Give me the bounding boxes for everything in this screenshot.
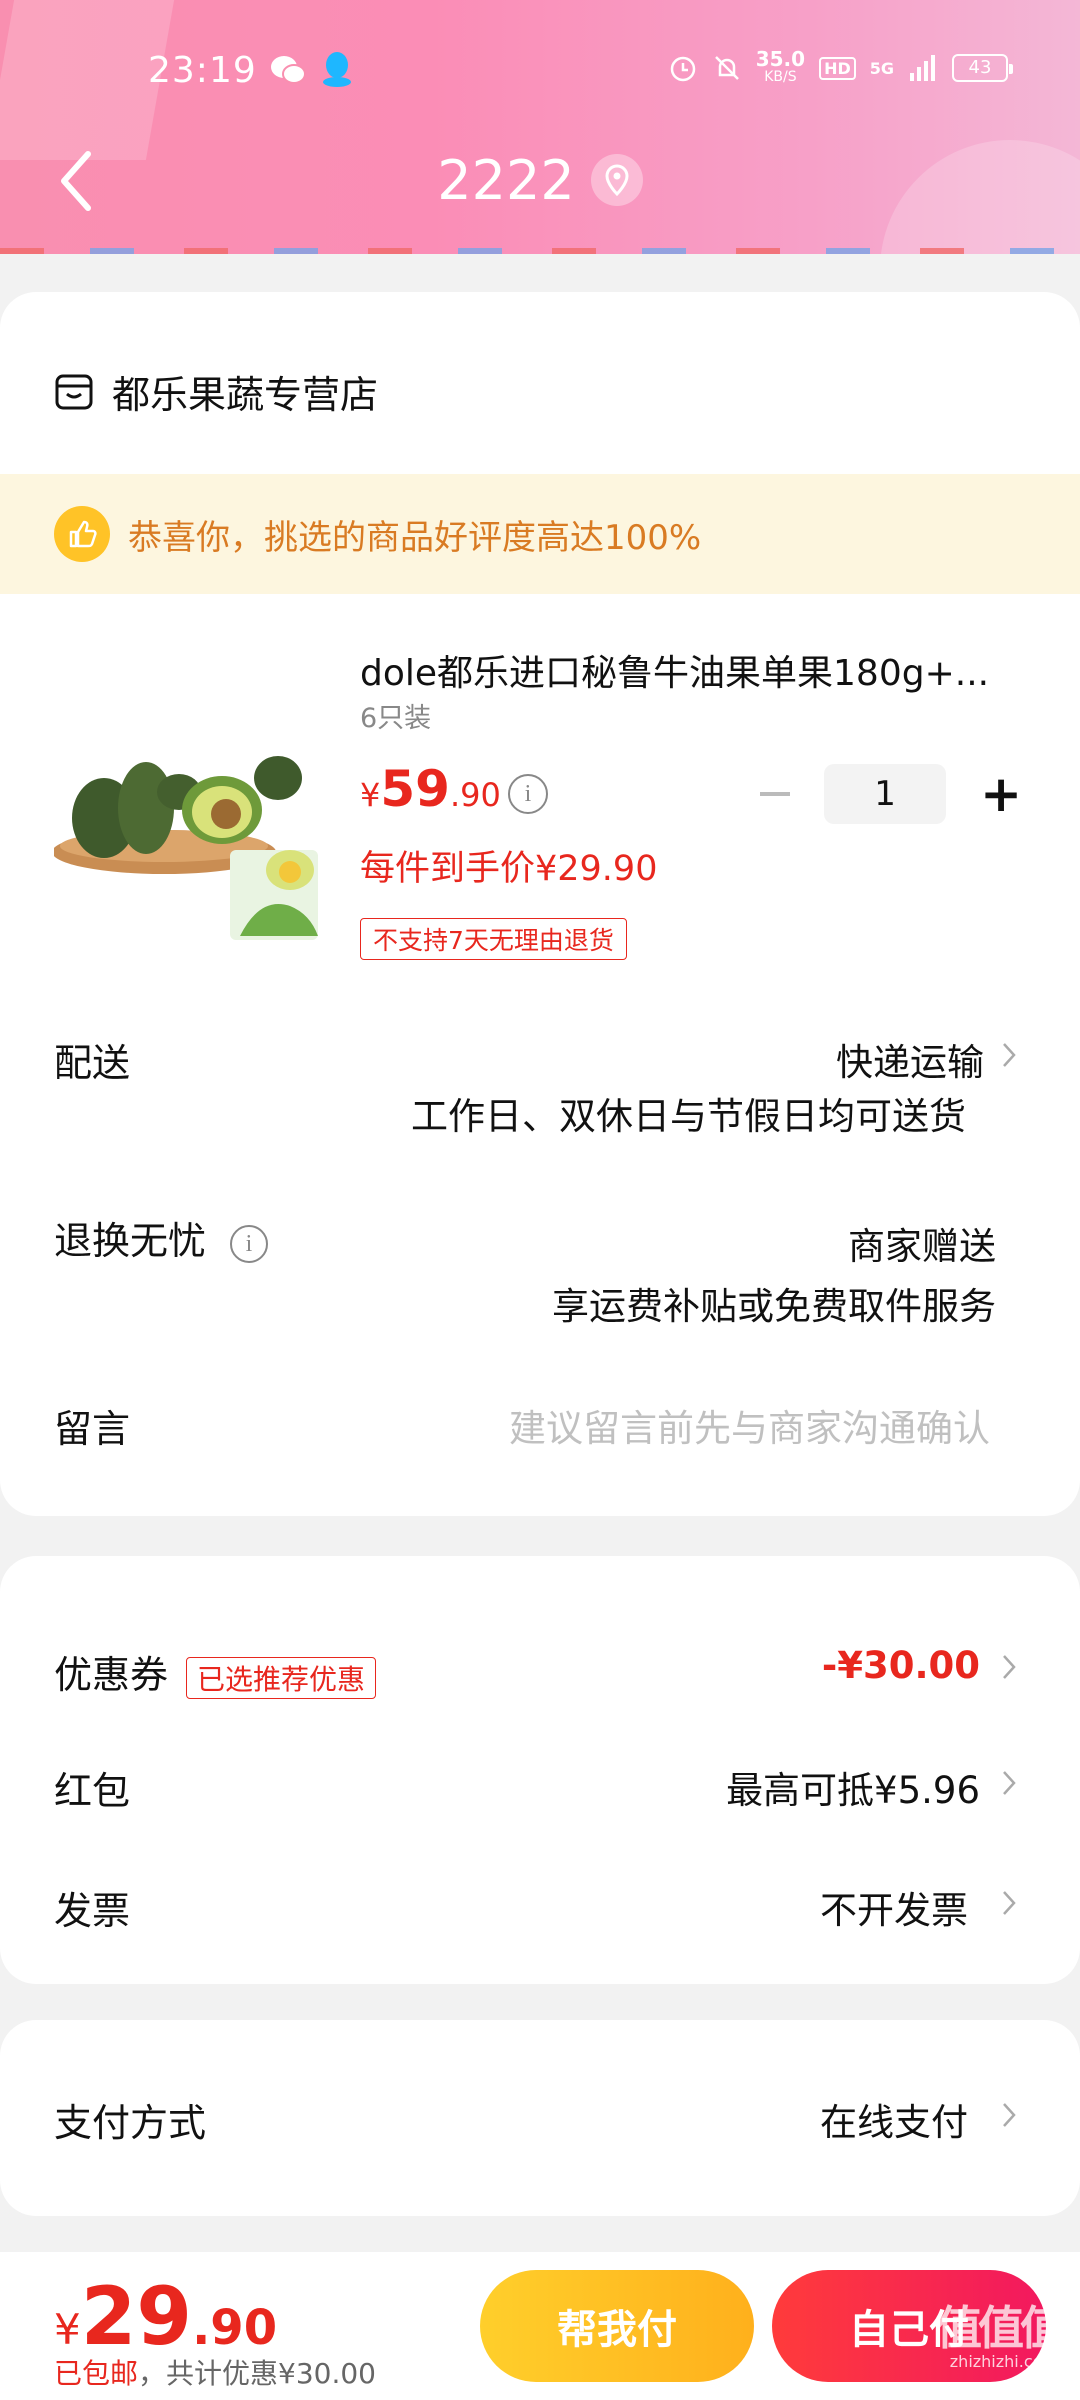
wechat-icon [271,56,306,84]
title-group: 2222 [0,140,1080,220]
saved-text: ，共计优惠¥30.00 [138,2357,376,2390]
status-time: 23:19 [148,50,257,91]
total-summary: 已包邮，共计优惠¥30.00 [54,2352,376,2392]
top-header: 23:19 35.0 KB/S HD 5G 43 2222 [0,0,1080,254]
net-speed: 35.0 KB/S [756,49,805,86]
delivery-label: 配送 [54,1041,131,1085]
coupon-tag: 已选推荐优惠 [186,1656,377,1699]
store-icon [55,374,93,409]
price-integer: 59 [380,760,450,818]
message-input[interactable]: 建议留言前先与商家沟通确认 [509,1398,990,1452]
praise-text: 恭喜你，挑选的商品好评度高达100% [128,517,702,558]
battery-indicator: 43 [952,54,1013,82]
return-note: 享运费补贴或免费取件服务 [552,1285,996,1328]
hongbao-label: 红包 [54,1769,131,1813]
return-value: 商家赠送 [848,1225,996,1268]
quantity-input[interactable]: 1 [824,764,947,824]
chevron-right-icon[interactable] [1000,2100,1018,2130]
alarm-icon [670,56,695,82]
coupon-row: 优惠券 已选推荐优惠 [54,1644,377,1699]
shipping-text: 已包邮 [54,2357,139,2390]
signal-icon [910,55,935,81]
order-card: 都乐果蔬专营店 恭喜你，挑选的商品好评度高达100% dole都乐进口秘鲁牛油果… [0,292,1080,1516]
qq-icon [323,52,351,87]
no-return-tag: 不支持7天无理由退货 [360,918,627,960]
delivery-note: 工作日、双休日与节假日均可送货 [411,1095,966,1138]
help-pay-button[interactable]: 帮我付 [480,2270,754,2382]
return-label: 退换无忧 [54,1219,207,1263]
chevron-right-icon[interactable] [1000,1888,1018,1918]
invoice-value[interactable]: 不开发票 [820,1880,968,1934]
price-symbol: ¥ [360,776,381,814]
product-spec[interactable]: 6只装 [360,696,431,735]
product-image[interactable] [54,700,326,952]
coupon-label: 优惠券 [54,1653,169,1697]
total-price: ¥ 29 .90 [54,2270,277,2363]
decrease-button[interactable] [760,792,791,796]
quantity-stepper: 1 + [760,764,1022,824]
chevron-right-icon[interactable] [1000,1768,1018,1798]
return-info-icon[interactable]: i [230,1224,269,1263]
location-pin-icon[interactable] [590,154,643,206]
after-discount-price: 每件到手价¥29.90 [360,849,658,889]
total-integer: 29 [80,2270,193,2363]
product-title[interactable]: dole都乐进口秘鲁牛油果单果180g+... [360,644,989,696]
status-bar: 23:19 35.0 KB/S HD 5G 43 [0,40,1080,100]
price-decimal: .90 [449,776,501,814]
watermark-url: zhizhizhi.com [949,2352,1058,2371]
signal-5g-label: 5G [869,58,894,78]
discount-card: 优惠券 已选推荐优惠 -¥30.00 红包 最高可抵¥5.96 发票 不开发票 [0,1556,1080,1984]
store-header[interactable]: 都乐果蔬专营店 [54,364,378,419]
praise-banner: 恭喜你，挑选的商品好评度高达100% [0,474,1080,594]
price-info-icon[interactable]: i [508,774,548,814]
invoice-label: 发票 [54,1889,131,1933]
increase-button[interactable]: + [980,769,1022,819]
thumbs-up-icon [54,506,110,562]
chevron-right-icon[interactable] [1000,1652,1018,1682]
address-stripe [0,248,1080,254]
payment-card: 支付方式 在线支付 [0,2020,1080,2216]
delivery-value[interactable]: 快递运输 [836,1032,984,1086]
status-right-group: 35.0 KB/S HD 5G 43 [668,49,1013,86]
watermark-logo: 值值值 [936,2301,1066,2355]
coupon-value[interactable]: -¥30.00 [822,1644,980,1687]
store-name: 都乐果蔬专营店 [112,373,379,417]
total-decimal: .90 [192,2300,278,2356]
page-title: 2222 [437,148,575,212]
return-row: 退换无忧 i [54,1210,269,1265]
payment-value[interactable]: 在线支付 [820,2092,968,2146]
payment-label: 支付方式 [54,2101,207,2145]
message-label: 留言 [54,1407,131,1451]
chevron-right-icon[interactable] [1000,1040,1018,1070]
product-price: ¥ 59 .90 [360,760,501,818]
hongbao-value[interactable]: 最高可抵¥5.96 [726,1760,980,1814]
checkout-bar: ¥ 29 .90 已包邮，共计优惠¥30.00 帮我付 自己付 值值值 zhiz… [0,2252,1080,2400]
total-symbol: ¥ [54,2305,81,2354]
hd-badge: HD [819,56,856,80]
mute-bell-icon [714,56,739,80]
